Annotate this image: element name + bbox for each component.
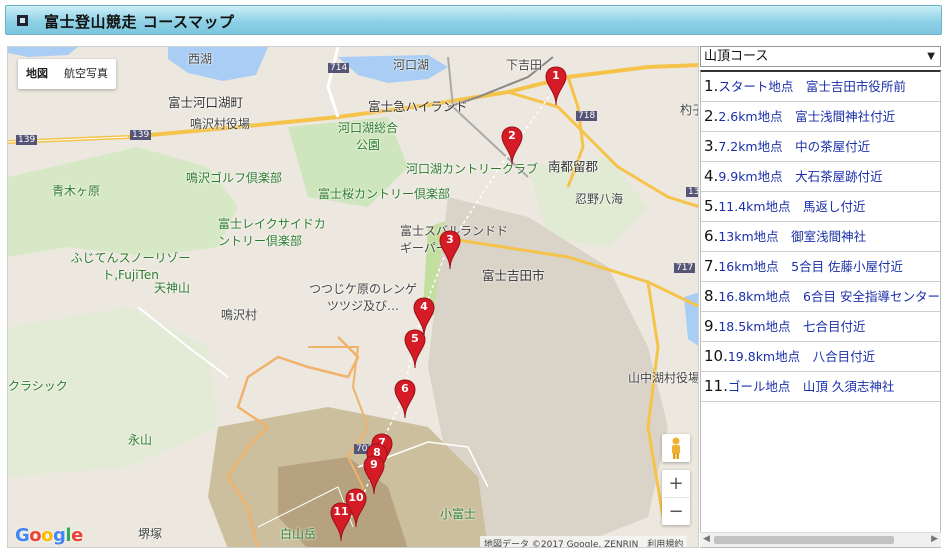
- map-type-satellite-button[interactable]: 航空写真: [56, 59, 116, 89]
- course-map[interactable]: 西湖 河口湖 下吉田 富士河口湖町 富士急ハイランド 鳴沢村役場 河口湖総合公園…: [7, 46, 699, 548]
- map-label: 鳴沢村役場: [190, 117, 251, 131]
- zoom-control: + −: [662, 470, 690, 525]
- course-point-item[interactable]: 3.7.2km地点 中の茶屋付近: [701, 132, 940, 162]
- dropdown-arrow-icon: ▼: [927, 51, 935, 62]
- zoom-out-button[interactable]: −: [662, 498, 690, 525]
- course-point-item[interactable]: 6.13km地点 御室浅間神社: [701, 222, 940, 252]
- course-point-link[interactable]: スタート地点 富士吉田市役所前: [718, 79, 906, 94]
- course-point-link[interactable]: 16.8km地点 6合目 安全指導センター: [718, 289, 940, 304]
- map-label: 下吉田: [506, 58, 543, 72]
- course-point-item[interactable]: 8.16.8km地点 6合目 安全指導センター: [701, 282, 940, 312]
- title-square-icon: [17, 15, 28, 26]
- scroll-left-icon[interactable]: ◀: [703, 534, 710, 544]
- course-point-item[interactable]: 9.18.5km地点 七合目付近: [701, 312, 940, 342]
- course-point-link[interactable]: ゴール地点 山頂 久須志神社: [728, 379, 894, 394]
- course-marker[interactable]: 6: [394, 379, 416, 419]
- course-point-link[interactable]: 13km地点 御室浅間神社: [718, 229, 866, 244]
- map-label: 永山: [128, 433, 153, 447]
- map-label: 富士吉田市: [482, 268, 545, 283]
- pegman-icon: [672, 437, 680, 459]
- course-point-link[interactable]: 11.4km地点 馬返し付近: [718, 199, 865, 214]
- course-point-item[interactable]: 10.19.8km地点 八合目付近: [701, 342, 940, 372]
- map-label: 鳴沢ゴルフ倶楽部: [186, 171, 283, 185]
- map-label: 富士レイクサイドカントリー倶楽部: [218, 217, 326, 248]
- map-type-map-button[interactable]: 地図: [18, 59, 56, 89]
- map-label: 白山岳: [280, 527, 317, 541]
- road-number: 718: [576, 111, 598, 121]
- map-attribution[interactable]: 地図データ ©2017 Google, ZENRIN 利用規約: [480, 536, 688, 547]
- map-label: 鳴沢村: [221, 308, 258, 322]
- list-horizontal-scrollbar[interactable]: ◀ ▶: [700, 532, 941, 547]
- course-marker[interactable]: 1: [545, 66, 567, 106]
- map-label: 河口湖: [393, 58, 430, 72]
- zoom-in-button[interactable]: +: [662, 470, 690, 498]
- street-view-pegman-button[interactable]: [662, 434, 690, 462]
- page-title: 富士登山競走 コースマップ: [44, 13, 235, 31]
- course-point-item[interactable]: 1.スタート地点 富士吉田市役所前: [701, 72, 940, 102]
- map-label: 青木ヶ原: [52, 184, 101, 198]
- course-point-link[interactable]: 7.2km地点 中の茶屋付近: [718, 139, 870, 154]
- course-point-link[interactable]: 19.8km地点 八合目付近: [728, 349, 875, 364]
- road-number: 717: [674, 263, 696, 273]
- course-marker[interactable]: 2: [501, 126, 523, 166]
- road-number: 139: [16, 135, 38, 145]
- course-point-item[interactable]: 11.ゴール地点 山頂 久須志神社: [701, 372, 940, 402]
- map-label: 堺塚: [138, 527, 163, 541]
- course-marker[interactable]: 3: [439, 230, 461, 270]
- course-point-item[interactable]: 4.9.9km地点 大石茶屋跡付近: [701, 162, 940, 192]
- title-bar: 富士登山競走 コースマップ: [5, 5, 942, 35]
- road-number: 139: [130, 130, 152, 140]
- course-select-value: 山頂コース: [704, 49, 769, 64]
- map-label: 富士河口湖町: [168, 95, 244, 110]
- map-label: つつじケ原のレンゲツツジ及び…: [308, 282, 417, 313]
- map-label: 山中湖村役場: [628, 371, 699, 385]
- course-point-link[interactable]: 9.9km地点 大石茶屋跡付近: [718, 169, 882, 184]
- course-point-item[interactable]: 5.11.4km地点 馬返し付近: [701, 192, 940, 222]
- map-label: 富士桜カントリー倶楽部: [318, 187, 451, 201]
- map-label: 杓子: [680, 103, 698, 117]
- map-label: ふじてんスノーリゾート,FujiTen: [70, 251, 191, 282]
- course-select[interactable]: 山頂コース ▼: [700, 46, 941, 67]
- course-point-link[interactable]: 16km地点 5合目 佐藤小屋付近: [718, 259, 903, 274]
- course-point-item[interactable]: 7.16km地点 5合目 佐藤小屋付近: [701, 252, 940, 282]
- road-number: 139: [686, 187, 698, 197]
- course-point-link[interactable]: 2.6km地点 富士浅間神社付近: [718, 109, 895, 124]
- course-point-link[interactable]: 18.5km地点 七合目付近: [718, 319, 865, 334]
- scroll-right-icon[interactable]: ▶: [931, 534, 938, 544]
- map-label: 南都留郡: [548, 159, 599, 174]
- course-point-item[interactable]: 2.2.6km地点 富士浅間神社付近: [701, 102, 940, 132]
- map-label: 西湖: [188, 52, 213, 66]
- map-label: 忍野八海: [575, 192, 624, 206]
- map-label: 小富士: [440, 507, 477, 521]
- road-number: 714: [328, 63, 350, 73]
- scrollbar-thumb[interactable]: [714, 536, 894, 544]
- course-point-list: 1.スタート地点 富士吉田市役所前 2.2.6km地点 富士浅間神社付近 3.7…: [700, 70, 941, 548]
- map-label: 天神山: [154, 281, 191, 295]
- map-label: 河口湖総合公園: [338, 121, 399, 152]
- google-logo: Google: [15, 525, 83, 546]
- map-label: 富士急ハイランド: [368, 99, 468, 114]
- map-label: クラシック: [8, 379, 68, 393]
- course-marker[interactable]: 11: [330, 502, 352, 542]
- map-type-toggle: 地図 航空写真: [18, 59, 116, 89]
- course-marker[interactable]: 5: [404, 329, 426, 369]
